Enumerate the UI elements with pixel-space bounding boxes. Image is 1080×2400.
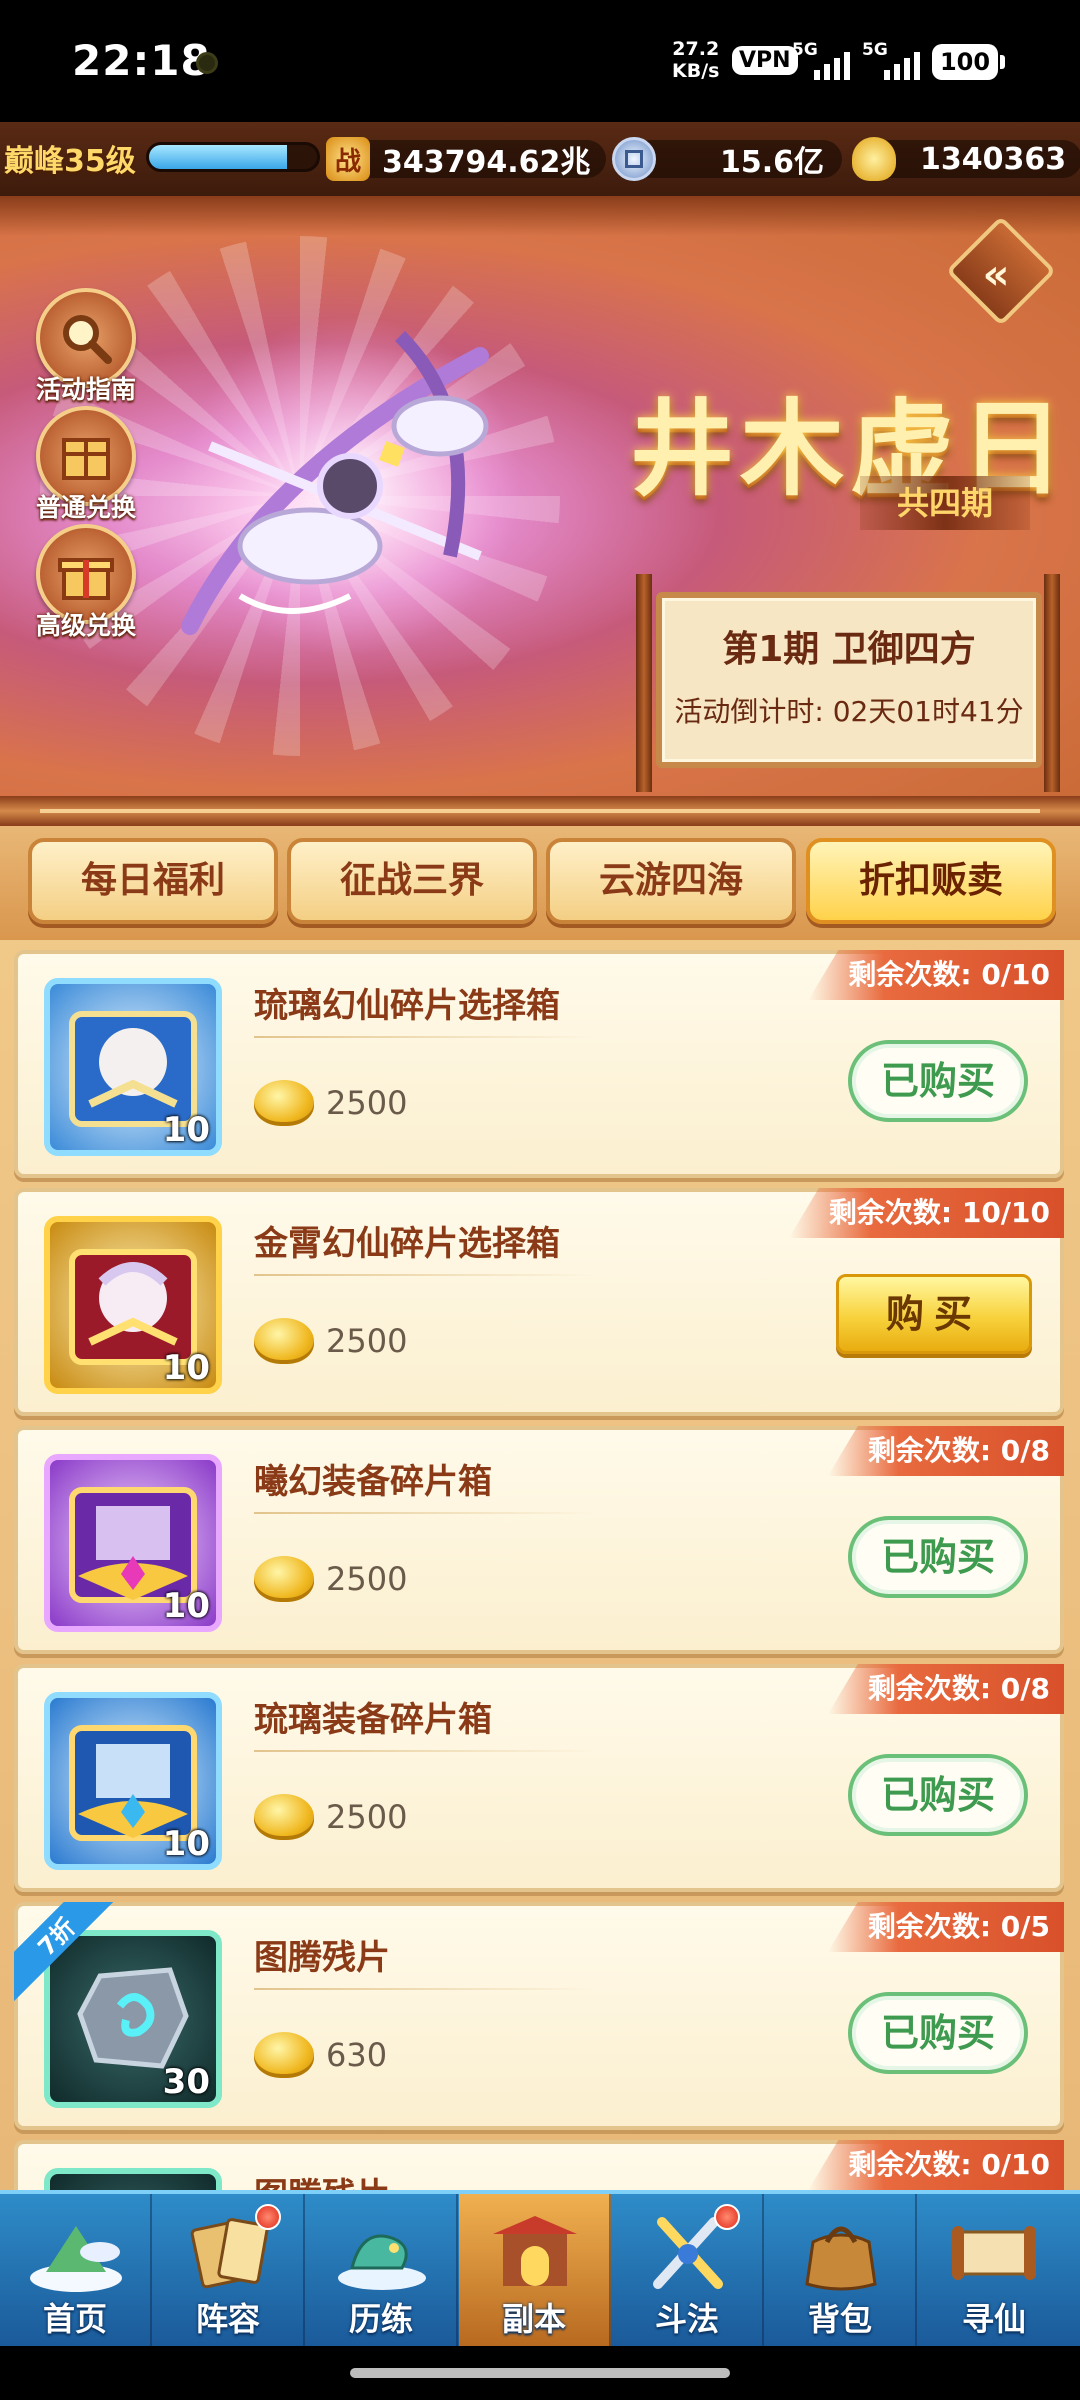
crossbow-artwork-icon xyxy=(180,316,520,656)
activity-guide-button[interactable]: 活动指南 xyxy=(26,288,146,406)
magnifier-icon xyxy=(63,315,112,364)
resource-bar: 巅峰35级 战 343794.62兆 15.6亿 1340363 xyxy=(0,122,1080,196)
coin-value: 15.6亿 xyxy=(720,145,825,180)
list-item: 10 琉璃幻仙碎片选择箱 2500 剩余次数: 0/10 已购买 xyxy=(14,950,1064,1178)
coin-display: 15.6亿 xyxy=(612,134,842,184)
home-indicator[interactable] xyxy=(0,2346,1080,2400)
countdown: 活动倒计时: 02天01时41分 xyxy=(674,695,1024,728)
item-name: 曦幻装备碎片箱 xyxy=(254,1462,492,1502)
remaining-count: 剩余次数: 0/8 xyxy=(827,1426,1064,1476)
item-price: 2500 xyxy=(254,1556,407,1602)
remaining-count: 剩余次数: 0/8 xyxy=(827,1664,1064,1714)
network-speed: 27.2 KB/s xyxy=(672,38,720,82)
item-name: 图腾残片 xyxy=(254,2168,390,2190)
ingot-icon xyxy=(254,1556,314,1602)
event-subtitle: 共四期 xyxy=(860,476,1030,530)
tab-travel[interactable]: 云游四海 xyxy=(546,838,796,924)
item-price: 2500 xyxy=(254,1794,407,1840)
discount-ribbon: 7折 xyxy=(14,1902,124,2012)
item-name: 琉璃幻仙碎片选择箱 xyxy=(254,986,560,1026)
bag-icon xyxy=(805,2226,877,2291)
event-banner: 活动指南 普通兑换 高级兑换 « 井木虚日 共四期 第1期 卫御四方 活动倒计时… xyxy=(0,196,1080,806)
power-display: 战 343794.62兆 xyxy=(326,134,606,184)
ingot-icon xyxy=(254,2032,314,2078)
normal-exchange-button[interactable]: 普通兑换 xyxy=(26,406,146,524)
advanced-exchange-button[interactable]: 高级兑换 xyxy=(26,524,146,642)
list-item: 图腾残片 剩余次数: 0/10 xyxy=(14,2140,1064,2190)
ingot-display[interactable]: 1340363 xyxy=(852,134,1080,184)
purchased-button[interactable]: 已购买 xyxy=(848,1992,1028,2074)
item-name: 图腾残片 xyxy=(254,1938,390,1978)
ingot-icon xyxy=(852,137,896,181)
item-name: 金霄幻仙碎片选择箱 xyxy=(254,1224,560,1264)
item-icon[interactable] xyxy=(44,2168,222,2190)
purchased-button[interactable]: 已购买 xyxy=(848,1040,1028,1122)
tab-discount-sale[interactable]: 折扣贩卖 xyxy=(806,838,1056,924)
tab-bar: 每日福利 征战三界 云游四海 折扣贩卖 xyxy=(0,826,1080,940)
home-island-icon xyxy=(30,2226,122,2292)
notification-badge xyxy=(255,2204,281,2230)
item-list[interactable]: 10 琉璃幻仙碎片选择箱 2500 剩余次数: 0/10 已购买 10 金霄幻仙… xyxy=(0,940,1080,2190)
power-icon: 战 xyxy=(326,137,370,181)
status-bar: 22:18 27.2 KB/s VPN 5G 5G 100 xyxy=(0,0,1080,122)
remaining-count: 剩余次数: 0/10 xyxy=(808,2140,1064,2190)
phase-board: 第1期 卫御四方 活动倒计时: 02天01时41分 xyxy=(636,574,1060,792)
signal-icon: 5G xyxy=(862,40,942,80)
list-item: 7折 30 图腾残片 630 剩余次数: 0/5 已购买 xyxy=(14,1902,1064,2130)
list-item: 10 琉璃装备碎片箱 2500 剩余次数: 0/8 已购买 xyxy=(14,1664,1064,1892)
item-name: 琉璃装备碎片箱 xyxy=(254,1700,492,1740)
signal-icon: 5G xyxy=(792,40,872,80)
ingot-icon xyxy=(254,1080,314,1126)
double-chevron-left-icon: « xyxy=(982,249,1010,299)
nav-dungeon[interactable]: 副本 xyxy=(459,2194,611,2346)
nav-battle[interactable]: 斗法 xyxy=(612,2194,764,2346)
item-price: 630 xyxy=(254,2032,387,2078)
remaining-count: 剩余次数: 0/10 xyxy=(808,950,1064,1000)
ingot-value: 1340363 xyxy=(920,141,1067,177)
item-icon[interactable]: 10 xyxy=(44,1692,222,1870)
notification-badge xyxy=(714,2204,740,2230)
battery-icon: 100 xyxy=(932,44,1005,80)
list-item: 10 曦幻装备碎片箱 2500 剩余次数: 0/8 已购买 xyxy=(14,1426,1064,1654)
nav-bag[interactable]: 背包 xyxy=(765,2194,917,2346)
item-price: 2500 xyxy=(254,1080,407,1126)
nav-seek-immortal[interactable]: 寻仙 xyxy=(918,2194,1070,2346)
remaining-count: 剩余次数: 0/5 xyxy=(827,1902,1064,1952)
purchased-button[interactable]: 已购买 xyxy=(848,1516,1028,1598)
remaining-count: 剩余次数: 10/10 xyxy=(788,1188,1064,1238)
nav-lineup[interactable]: 阵容 xyxy=(153,2194,305,2346)
tab-conquest[interactable]: 征战三界 xyxy=(287,838,537,924)
nav-home[interactable]: 首页 xyxy=(0,2194,152,2346)
bottom-nav: 首页 阵容 历练 副本 斗法 背包 寻仙 xyxy=(0,2190,1080,2346)
notification-dot-icon xyxy=(196,52,218,74)
ingot-icon xyxy=(254,1318,314,1364)
item-icon[interactable]: 10 xyxy=(44,1216,222,1394)
tab-daily-welfare[interactable]: 每日福利 xyxy=(28,838,278,924)
item-icon[interactable]: 10 xyxy=(44,978,222,1156)
scroll-icon xyxy=(952,2226,1036,2280)
power-value: 343794.62兆 xyxy=(382,145,591,180)
vpn-badge: VPN xyxy=(732,46,798,75)
dragon-icon xyxy=(338,2234,426,2290)
level-label: 巅峰35级 xyxy=(4,144,136,179)
xp-progress-fill xyxy=(149,145,287,169)
gate-icon xyxy=(493,2216,577,2286)
gift-icon xyxy=(58,558,114,600)
coin-icon xyxy=(612,137,656,181)
item-icon[interactable]: 10 xyxy=(44,1454,222,1632)
nav-training[interactable]: 历练 xyxy=(306,2194,458,2346)
banner-divider xyxy=(0,796,1080,826)
clock: 22:18 xyxy=(72,36,211,85)
item-price: 2500 xyxy=(254,1318,407,1364)
list-item: 10 金霄幻仙碎片选择箱 2500 剩余次数: 10/10 购买 xyxy=(14,1188,1064,1416)
phase-title: 第1期 卫御四方 xyxy=(722,629,976,670)
buy-button[interactable]: 购买 xyxy=(836,1274,1032,1354)
purchased-button[interactable]: 已购买 xyxy=(848,1754,1028,1836)
ingot-icon xyxy=(254,1794,314,1840)
box-icon xyxy=(62,438,110,480)
xp-progress-bar xyxy=(146,142,320,172)
